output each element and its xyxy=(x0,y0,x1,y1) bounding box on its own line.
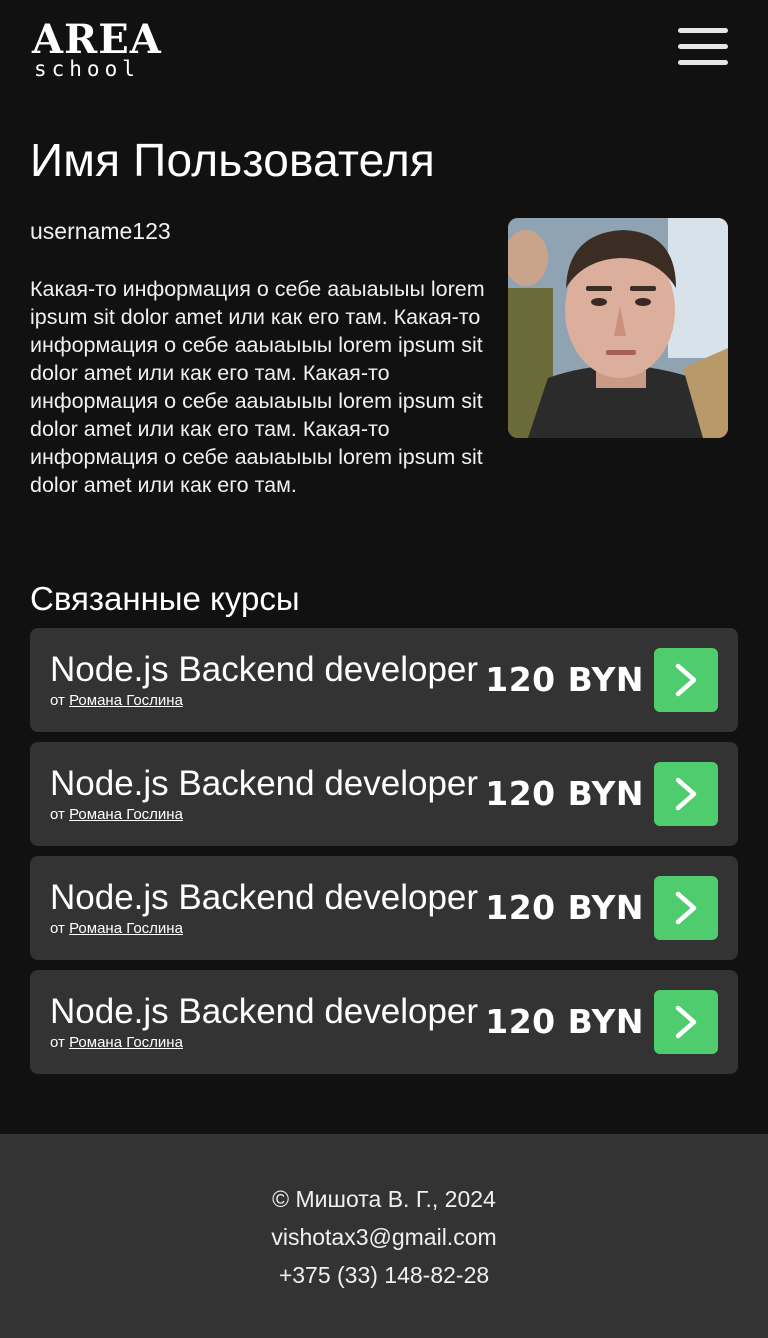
course-author-prefix: от xyxy=(50,806,65,823)
footer-phone[interactable]: +375 (33) 148-82-28 xyxy=(0,1260,768,1290)
hamburger-menu-icon[interactable] xyxy=(678,28,728,66)
chevron-right-icon xyxy=(675,891,697,925)
profile-avatar xyxy=(508,218,728,438)
related-courses-list: Node.js Backend developer от Романа Госл… xyxy=(30,628,738,1084)
course-title[interactable]: Node.js Backend developer xyxy=(50,992,478,1032)
menu-bar xyxy=(678,28,728,33)
profile-name: Имя Пользователя xyxy=(30,134,436,186)
course-author-prefix: от xyxy=(50,920,65,937)
chevron-right-icon xyxy=(675,777,697,811)
course-author: от Романа Гослина xyxy=(50,920,183,938)
course-title[interactable]: Node.js Backend developer xyxy=(50,650,478,690)
logo-title: AREA xyxy=(32,16,162,63)
course-author-link[interactable]: Романа Гослина xyxy=(69,1034,183,1051)
course-author: от Романа Гослина xyxy=(50,1034,183,1052)
course-price: 120 BYN xyxy=(485,1002,644,1041)
course-author-prefix: от xyxy=(50,1034,65,1051)
site-footer: © Мишота В. Г., 2024 vishotax3@gmail.com… xyxy=(0,1134,768,1338)
course-author-prefix: от xyxy=(50,692,65,709)
course-price: 120 BYN xyxy=(485,774,644,813)
footer-email[interactable]: vishotax3@gmail.com xyxy=(0,1222,768,1252)
profile-username: username123 xyxy=(30,218,171,244)
course-card[interactable]: Node.js Backend developer от Романа Госл… xyxy=(30,742,738,846)
course-open-button[interactable] xyxy=(654,762,718,826)
course-open-button[interactable] xyxy=(654,648,718,712)
course-title[interactable]: Node.js Backend developer xyxy=(50,764,478,804)
profile-page: AREA school Имя Пользователя username123… xyxy=(0,0,768,1338)
footer-copyright: © Мишота В. Г., 2024 xyxy=(272,1186,496,1212)
profile-bio: Какая-то информация о себе ааыаыыы lorem… xyxy=(30,277,485,497)
course-open-button[interactable] xyxy=(654,876,718,940)
related-courses-title: Связанные курсы xyxy=(30,580,300,617)
course-author: от Романа Гослина xyxy=(50,692,183,710)
menu-bar xyxy=(678,60,728,65)
course-price: 120 BYN xyxy=(485,888,644,927)
site-logo[interactable]: AREA school xyxy=(32,20,162,80)
chevron-right-icon xyxy=(675,663,697,697)
course-card[interactable]: Node.js Backend developer от Романа Госл… xyxy=(30,970,738,1074)
site-header: AREA school xyxy=(0,0,768,100)
course-title[interactable]: Node.js Backend developer xyxy=(50,878,478,918)
course-open-button[interactable] xyxy=(654,990,718,1054)
menu-bar xyxy=(678,44,728,49)
chevron-right-icon xyxy=(675,1005,697,1039)
course-author-link[interactable]: Романа Гослина xyxy=(69,920,183,937)
course-author-link[interactable]: Романа Гослина xyxy=(69,692,183,709)
avatar-photo xyxy=(508,218,728,438)
course-author: от Романа Гослина xyxy=(50,806,183,824)
course-author-link[interactable]: Романа Гослина xyxy=(69,806,183,823)
course-card[interactable]: Node.js Backend developer от Романа Госл… xyxy=(30,856,738,960)
course-price: 120 BYN xyxy=(485,660,644,699)
course-card[interactable]: Node.js Backend developer от Романа Госл… xyxy=(30,628,738,732)
